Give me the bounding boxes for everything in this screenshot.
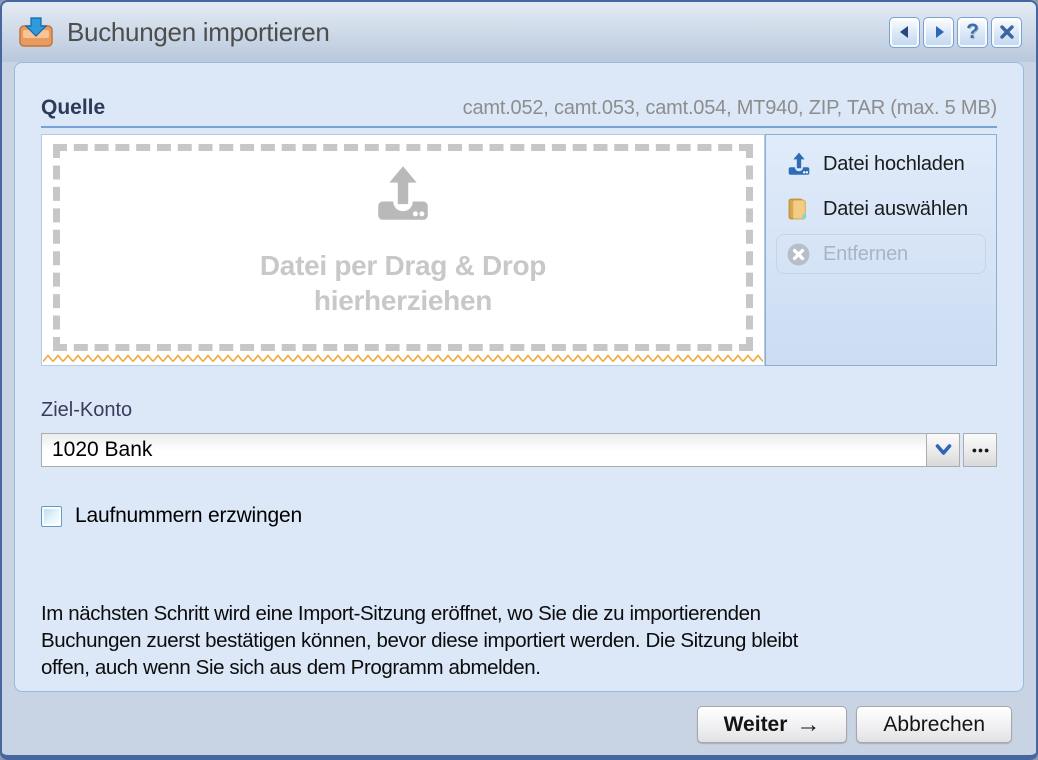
arrow-right-icon: →	[796, 713, 820, 737]
triangle-right-icon	[931, 24, 947, 40]
import-tray-icon	[18, 16, 54, 48]
force-sequence-label: Laufnummern erzwingen	[75, 504, 302, 528]
target-account-combobox	[41, 433, 997, 467]
dropzone-content: Datei per Drag & Drop hierherziehen	[260, 165, 546, 318]
combo-dropdown-button[interactable]	[926, 433, 960, 467]
import-dialog: Buchungen importieren ?	[0, 0, 1038, 760]
cancel-button-label: Abbrechen	[883, 713, 985, 737]
close-icon	[998, 23, 1016, 41]
ellipsis-icon	[972, 448, 989, 453]
remove-file-label: Entfernen	[823, 243, 908, 266]
source-row: Datei per Drag & Drop hierherziehen	[41, 134, 997, 366]
forward-button[interactable]	[923, 17, 954, 48]
choose-file-label: Datei auswählen	[823, 198, 968, 221]
footer: Weiter → Abbrechen	[2, 692, 1036, 743]
info-text: Im nächsten Schritt wird eine Import-Sit…	[41, 600, 997, 681]
file-dropzone[interactable]: Datei per Drag & Drop hierherziehen	[41, 134, 765, 366]
titlebar-nav: ?	[889, 17, 1022, 48]
account-browse-button[interactable]	[963, 433, 997, 467]
question-mark-icon: ?	[966, 20, 979, 44]
file-actions-panel: Datei hochladen Datei auswählen	[765, 134, 997, 366]
source-header: Quelle camt.052, camt.053, camt.054, MT9…	[41, 63, 997, 120]
target-account-label: Ziel-Konto	[41, 399, 997, 422]
upload-icon	[371, 165, 435, 225]
dropzone-text: Datei per Drag & Drop hierherziehen	[260, 248, 546, 318]
close-button[interactable]	[991, 17, 1022, 48]
triangle-left-icon	[897, 24, 913, 40]
dialog-title: Buchungen importieren	[67, 17, 330, 48]
upload-file-icon	[785, 151, 812, 177]
next-button[interactable]: Weiter →	[697, 706, 848, 743]
zigzag-decoration	[43, 354, 763, 363]
choose-file-button[interactable]: Datei auswählen	[776, 189, 986, 229]
chevron-down-icon	[935, 444, 952, 456]
force-sequence-checkbox[interactable]	[41, 506, 62, 527]
upload-file-label: Datei hochladen	[823, 153, 965, 176]
remove-file-button: Entfernen	[776, 234, 986, 274]
upload-file-button[interactable]: Datei hochladen	[776, 144, 986, 184]
back-button[interactable]	[889, 17, 920, 48]
main-panel: Quelle camt.052, camt.053, camt.054, MT9…	[14, 62, 1024, 692]
header-separator	[41, 126, 997, 128]
folder-icon	[785, 196, 812, 222]
titlebar: Buchungen importieren ?	[2, 2, 1036, 62]
allowed-formats-hint: camt.052, camt.053, camt.054, MT940, ZIP…	[463, 97, 997, 120]
force-sequence-row: Laufnummern erzwingen	[41, 504, 997, 528]
source-label: Quelle	[41, 96, 105, 120]
target-account-input[interactable]	[41, 433, 926, 467]
help-button[interactable]: ?	[957, 17, 988, 48]
next-button-label: Weiter	[724, 713, 788, 737]
cancel-button[interactable]: Abbrechen	[856, 706, 1012, 743]
remove-circle-icon	[785, 241, 812, 267]
